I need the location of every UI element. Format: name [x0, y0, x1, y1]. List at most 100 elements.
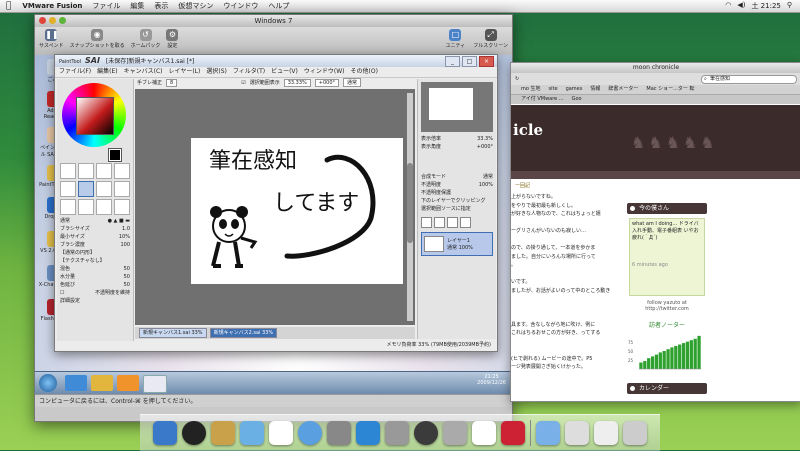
eraser-tool-icon[interactable] [78, 199, 94, 215]
settings-button[interactable]: ⚙ 設定 [166, 29, 179, 49]
mode-value[interactable]: 通常 [60, 217, 70, 225]
menubar-app-name[interactable]: VMware Fusion [17, 2, 87, 10]
airbrush-tool-icon[interactable] [96, 181, 112, 197]
keep-opacity-row[interactable]: ☐ 不透明度を維持 [57, 289, 133, 297]
merge-layer-icon[interactable] [447, 217, 458, 228]
selection-src-row[interactable]: 選択範囲ソースに指定 [418, 205, 496, 213]
minimize-icon[interactable]: _ [445, 56, 460, 67]
brush-tool-icon[interactable] [78, 181, 94, 197]
mail-icon[interactable] [211, 421, 235, 445]
sai-menu-other[interactable]: その他(O) [351, 67, 378, 77]
suspend-button[interactable]: ❚❚ サスペンド [39, 29, 64, 49]
selpen-tool-icon[interactable] [96, 199, 112, 215]
navigator-preview[interactable] [421, 82, 493, 132]
taskbar-explorer-icon[interactable] [91, 375, 113, 391]
menubar-item-window[interactable]: ウインドウ [218, 1, 263, 11]
reload-icon[interactable]: ↻ [515, 76, 519, 82]
menubar-clock[interactable]: 土 21:25 [751, 1, 780, 11]
primary-color-swatch[interactable] [108, 148, 122, 162]
bookmark-5[interactable]: 辞書メーター [608, 85, 638, 94]
maximize-icon[interactable]: □ [462, 56, 477, 67]
close-icon[interactable]: × [479, 56, 494, 67]
opacity-value[interactable]: 100% [479, 181, 493, 189]
vmware-titlebar[interactable]: Windows 7 [35, 15, 512, 27]
vertical-scroll-thumb[interactable] [407, 163, 413, 243]
apple-menu-icon[interactable]:  [0, 1, 17, 11]
menubar-item-view[interactable]: 表示 [149, 1, 173, 11]
bookmark-4[interactable]: 情報 [590, 85, 600, 94]
taskbar-ie-icon[interactable] [65, 375, 87, 391]
blend-mode-select[interactable]: 通常 [343, 78, 362, 87]
menubar-item-file[interactable]: ファイル [87, 1, 125, 11]
taskbar-sai-icon[interactable] [143, 375, 167, 393]
canvas-tab-2[interactable]: 新規キャンバス2.sai 33% [209, 328, 278, 338]
search-field[interactable]: ⌕ 筆在感知 [701, 74, 797, 84]
clip-row[interactable]: 下のレイヤーでクリッピング [418, 197, 496, 205]
show-selection-checkbox[interactable]: ☑ [241, 80, 245, 86]
menubar-item-edit[interactable]: 編集 [125, 1, 149, 11]
blend-mode-value[interactable]: 通常 [483, 173, 493, 181]
browser-tab-1[interactable]: アイ付 VMware ... [521, 95, 564, 104]
zoom-icon[interactable] [59, 17, 66, 24]
edge-row[interactable]: 【通常の円形】 [57, 249, 133, 257]
blend-value[interactable]: 50 [124, 265, 130, 273]
taskbar-clock[interactable]: 21:25 2009/12/26 [477, 374, 506, 386]
canvas-tab-1[interactable]: 新規キャンバス1.sai 33% [139, 328, 207, 338]
photo-icon[interactable] [327, 421, 351, 445]
stabilizer-select[interactable]: 8 [166, 78, 178, 87]
bookmark-3[interactable]: games [566, 85, 583, 94]
select-tool-icon[interactable] [60, 163, 76, 179]
canvas-viewport[interactable]: 筆在感知 してます [135, 89, 415, 325]
address-book-icon[interactable] [269, 421, 293, 445]
canvas-paper[interactable]: 筆在感知 してます [191, 138, 403, 284]
bookmark-2[interactable]: site [549, 85, 558, 94]
nav-angle-value[interactable]: +000° [477, 143, 493, 151]
hand-tool-icon[interactable] [114, 163, 130, 179]
applications-folder-icon[interactable] [536, 421, 560, 445]
snapshot-button[interactable]: ◉ スナップショットを取る [70, 29, 125, 49]
delete-layer-icon[interactable] [460, 217, 471, 228]
start-button[interactable] [39, 374, 57, 392]
vertical-scrollbar[interactable] [407, 93, 413, 321]
sai-menu-view[interactable]: ビュー(V) [271, 67, 298, 77]
vmware-fusion-icon[interactable] [501, 421, 525, 445]
sai-titlebar[interactable]: PaintTool SAI [未保存]新規キャンバス1.sai [*] _ □ … [55, 55, 497, 67]
wifi-icon[interactable]: ◠ [725, 1, 731, 11]
unity-button[interactable]: □ ユニティ [446, 29, 465, 49]
documents-stack-icon[interactable] [565, 421, 589, 445]
rollback-button[interactable]: ↺ ホームパック [131, 29, 160, 49]
menubar-item-help[interactable]: ヘルプ [263, 1, 294, 11]
protect-row[interactable]: 不透明度保護 [418, 189, 496, 197]
fullscreen-button[interactable]: ⤢ フルスクリーン [473, 29, 508, 49]
lasso-tool-icon[interactable] [78, 163, 94, 179]
textedit-icon[interactable] [472, 421, 496, 445]
bucket-tool-icon[interactable] [114, 199, 130, 215]
spotlight-icon[interactable]: ⚲ [787, 1, 792, 11]
iphoto-icon[interactable] [385, 421, 409, 445]
browser-titlebar[interactable]: moon chronicle [511, 63, 800, 73]
nav-zoom-value[interactable]: 33.3% [477, 135, 493, 143]
density-value[interactable]: 100 [120, 241, 130, 249]
sai-menu-canvas[interactable]: キャンバス(C) [124, 67, 163, 77]
texture-row[interactable]: 【テクスチャなし】 [57, 257, 133, 265]
detail-row[interactable]: 詳細設定 [57, 297, 133, 305]
max-size-value[interactable]: 1.0 [122, 225, 130, 233]
brush-shape-icons[interactable]: ● ▲ ■ ▬ [108, 217, 130, 225]
close-icon[interactable] [39, 17, 46, 24]
pen-tool-icon[interactable] [60, 181, 76, 197]
taskbar-media-icon[interactable] [117, 375, 139, 391]
minimize-icon[interactable] [49, 17, 56, 24]
twitter-follow-link[interactable]: follow yazuto at http://twitter.com [627, 300, 707, 312]
new-folder-icon[interactable] [434, 217, 445, 228]
sai-menu-window[interactable]: ウィンドウ(W) [304, 67, 345, 77]
ichat-icon[interactable] [240, 421, 264, 445]
color-square[interactable] [76, 97, 114, 135]
sai-menu-file[interactable]: ファイル(F) [59, 67, 91, 77]
volume-icon[interactable]: ◀) [737, 1, 745, 11]
blog-title[interactable]: icle [513, 121, 543, 139]
system-prefs-icon[interactable] [443, 421, 467, 445]
sai-menu-layer[interactable]: レイヤー(L) [169, 67, 201, 77]
safari-icon[interactable] [298, 421, 322, 445]
itunes-icon[interactable] [356, 421, 380, 445]
sai-menu-select[interactable]: 選択(S) [206, 67, 227, 77]
